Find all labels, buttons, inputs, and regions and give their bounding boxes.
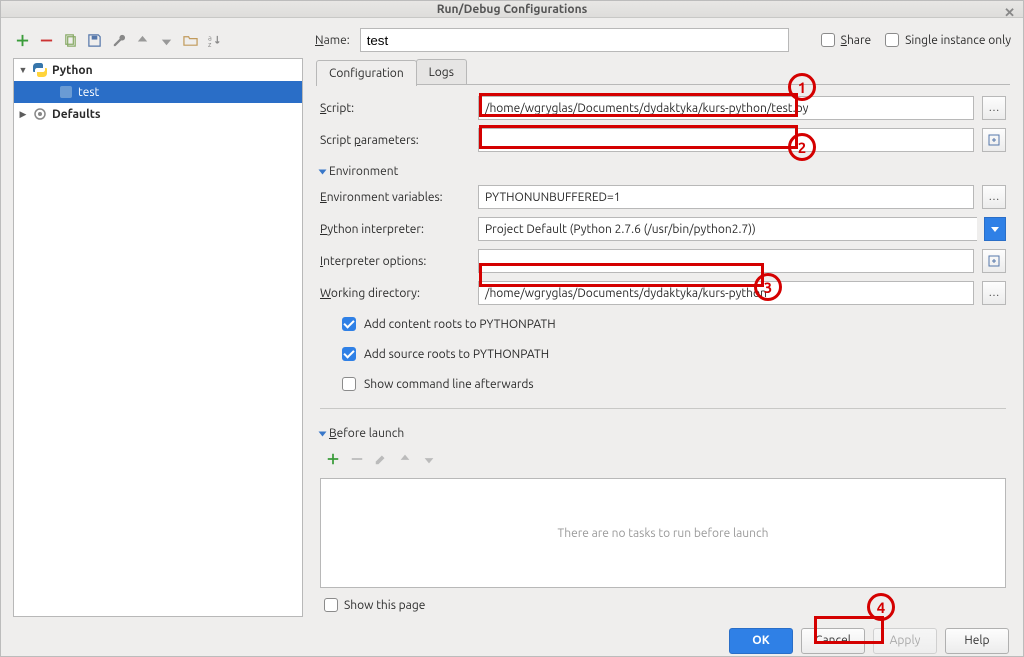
window-title: Run/Debug Configurations (437, 3, 588, 16)
tab-configuration[interactable]: Configuration (316, 60, 417, 86)
tab-logs[interactable]: Logs (416, 59, 467, 84)
name-label: Name: (315, 34, 350, 47)
row-script: Script: /home/wgryglas/Documents/dydakty… (320, 95, 1006, 121)
row-interp-options: Interpreter options: (320, 248, 1006, 274)
input-script[interactable]: /home/wgryglas/Documents/dydaktyka/kurs-… (478, 96, 974, 120)
main-row: ▼ Python test ▶ Defaults Configurati (13, 58, 1011, 617)
group-environment[interactable]: Environment (320, 165, 1006, 178)
checkbox-icon (324, 598, 338, 612)
checkbox-icon (342, 377, 356, 391)
tab-body: Script: /home/wgryglas/Documents/dydakty… (316, 85, 1010, 616)
single-instance-checkbox[interactable]: Single instance only (885, 33, 1011, 47)
copy-config-icon[interactable] (61, 31, 79, 49)
task-up-icon[interactable] (396, 450, 414, 468)
share-label: Share (841, 34, 871, 47)
tree-node-python[interactable]: ▼ Python (14, 59, 302, 81)
input-env-vars[interactable]: PYTHONUNBUFFERED=1 (478, 185, 974, 209)
input-working-dir[interactable]: /home/wgryglas/Documents/dydaktyka/kurs-… (478, 281, 974, 305)
move-up-icon[interactable] (133, 31, 151, 49)
apply-button: Apply (873, 628, 937, 654)
disclosure-icon (319, 169, 327, 174)
title-bar: Run/Debug Configurations ✕ (1, 1, 1023, 18)
checkbox-icon (342, 317, 356, 331)
single-instance-label: Single instance only (905, 34, 1011, 47)
python-icon (32, 62, 48, 78)
name-input[interactable] (360, 28, 789, 52)
row-env-vars: Environment variables: PYTHONUNBUFFERED=… (320, 184, 1006, 210)
label-env-vars: Environment variables: (320, 191, 470, 204)
select-interpreter[interactable]: Project Default (Python 2.7.6 (/usr/bin/… (478, 217, 977, 241)
browse-script-button[interactable]: … (982, 96, 1006, 120)
dialog-footer: OK Cancel Apply Help (1, 625, 1023, 656)
row-interpreter: Python interpreter: Project Default (Pyt… (320, 216, 1006, 242)
remove-config-icon[interactable] (37, 31, 55, 49)
label-interp-options: Interpreter options: (320, 255, 470, 268)
ok-button[interactable]: OK (729, 628, 793, 654)
row-working-dir: Working directory: /home/wgryglas/Docume… (320, 280, 1006, 306)
expand-params-button[interactable] (982, 128, 1006, 152)
close-icon[interactable]: ✕ (1004, 6, 1015, 21)
label-script-params: Script parameters: (320, 134, 470, 147)
browse-env-button[interactable]: … (982, 185, 1006, 209)
empty-text: There are no tasks to run before launch (558, 527, 769, 540)
share-checkbox[interactable]: Share (821, 33, 871, 47)
input-interp-options[interactable] (478, 249, 974, 273)
tree-node-test[interactable]: test (14, 81, 302, 103)
tree-label-defaults: Defaults (52, 108, 101, 121)
browse-workdir-button[interactable]: … (982, 281, 1006, 305)
interpreter-dropdown-button[interactable] (984, 217, 1006, 241)
tree-node-defaults[interactable]: ▶ Defaults (14, 103, 302, 125)
tree-label-test: test (78, 86, 99, 99)
add-config-icon[interactable] (13, 31, 31, 49)
edit-defaults-icon[interactable] (109, 31, 127, 49)
group-before-launch[interactable]: Before launch (320, 427, 1006, 440)
tab-bar: Configuration Logs (316, 59, 1010, 85)
svg-text:z: z (207, 41, 211, 48)
label-show-cmd: Show command line afterwards (364, 378, 534, 391)
share-block: Share Single instance only (821, 33, 1011, 47)
remove-task-icon[interactable] (348, 450, 366, 468)
label-source-roots: Add source roots to PYTHONPATH (364, 348, 549, 361)
env-header-label: Environment (329, 165, 398, 178)
chk-show-cmd[interactable]: Show command line afterwards (342, 372, 1006, 396)
config-tree[interactable]: ▼ Python test ▶ Defaults (13, 58, 303, 617)
gear-icon (32, 106, 48, 122)
before-launch-toolbar (324, 450, 1006, 468)
input-script-params[interactable] (478, 128, 974, 152)
label-interpreter: Python interpreter: (320, 223, 470, 236)
label-script: Script: (320, 102, 470, 115)
config-toolbar: az (13, 28, 303, 52)
move-down-icon[interactable] (157, 31, 175, 49)
before-launch-label: Before launch (329, 427, 404, 440)
label-working-dir: Working directory: (320, 287, 470, 300)
row-script-params: Script parameters: (320, 127, 1006, 153)
chk-source-roots[interactable]: Add source roots to PYTHONPATH (342, 342, 1006, 366)
help-button[interactable]: Help (945, 628, 1009, 654)
name-block: Name: (315, 28, 789, 52)
cancel-button[interactable]: Cancel (801, 628, 865, 654)
folder-icon[interactable] (181, 31, 199, 49)
expand-interp-button[interactable] (982, 249, 1006, 273)
run-config-icon (58, 84, 74, 100)
before-launch-empty: There are no tasks to run before launch (320, 478, 1006, 588)
sort-alpha-icon[interactable]: az (205, 31, 223, 49)
divider (320, 408, 1006, 409)
checkbox-icon (342, 347, 356, 361)
dialog-body: az Name: Share Single instance only (1, 18, 1023, 625)
add-task-icon[interactable] (324, 450, 342, 468)
right-panel: Configuration Logs Script: /home/wgrygla… (315, 58, 1011, 617)
save-config-icon[interactable] (85, 31, 103, 49)
chk-content-roots[interactable]: Add content roots to PYTHONPATH (342, 312, 1006, 336)
task-down-icon[interactable] (420, 450, 438, 468)
show-this-page-row[interactable]: Show this page (324, 598, 1006, 612)
label-show-this-page: Show this page (344, 599, 425, 612)
label-content-roots: Add content roots to PYTHONPATH (364, 318, 556, 331)
tree-label-python: Python (52, 64, 93, 77)
edit-task-icon[interactable] (372, 450, 390, 468)
disclosure-icon (319, 431, 327, 436)
top-row: az Name: Share Single instance only (13, 28, 1011, 52)
dialog-window: Run/Debug Configurations ✕ (0, 0, 1024, 657)
